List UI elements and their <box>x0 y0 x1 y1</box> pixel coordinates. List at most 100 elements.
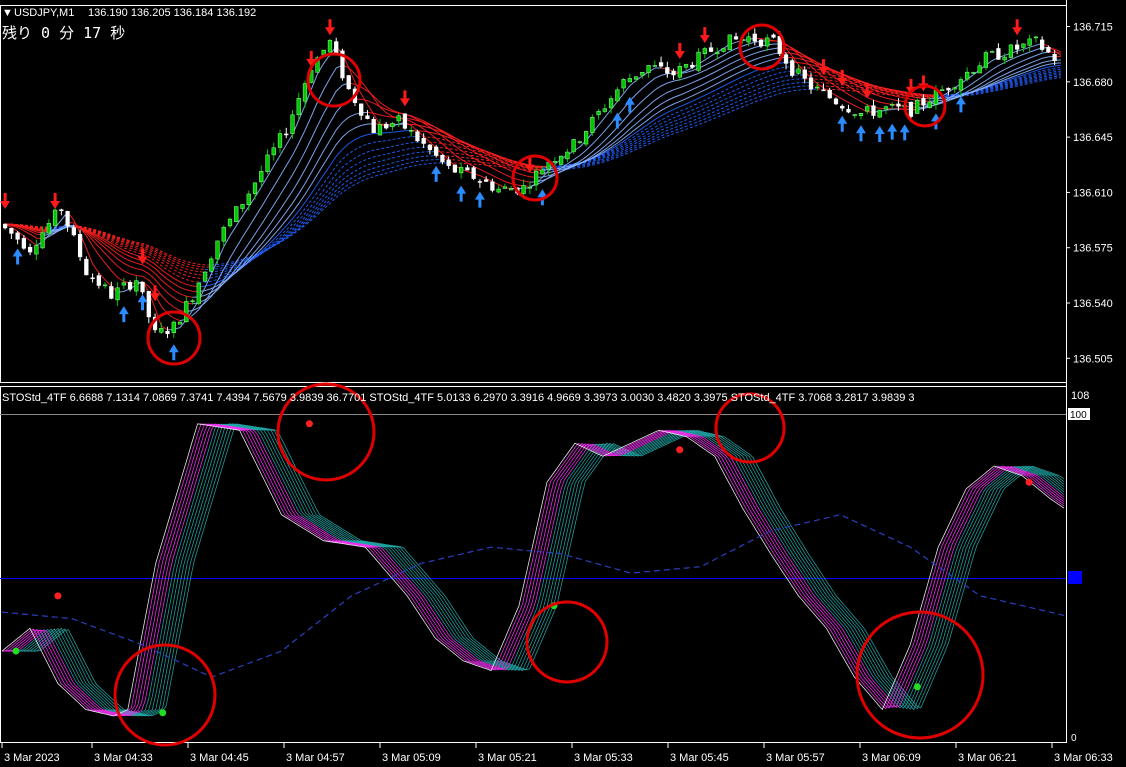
buy-arrow-icon <box>137 294 148 311</box>
price-tick-label: 136.540 <box>1073 298 1113 310</box>
bear-candle <box>808 77 814 90</box>
bull-candle <box>583 131 589 145</box>
bull-candle <box>171 321 176 333</box>
sell-arrow-icon <box>399 90 410 107</box>
bear-candle <box>733 36 739 40</box>
mt4-chart-window[interactable]: ▼ USDJPY,M1 136.190 136.205 136.184 136.… <box>0 0 1126 767</box>
bear-candle <box>27 246 33 253</box>
highlight-circle <box>525 600 609 684</box>
price-tick-label: 136.610 <box>1073 187 1113 199</box>
highlight-circle <box>306 52 362 108</box>
bear-candle <box>146 291 151 318</box>
bull-candle <box>159 328 164 333</box>
bear-candle <box>896 103 901 107</box>
bull-candle <box>115 287 120 301</box>
bear-candle <box>84 258 89 276</box>
bear-candle <box>665 67 670 74</box>
highlight-circles <box>113 23 985 747</box>
bear-candle <box>109 286 114 299</box>
bear-candle <box>59 209 64 211</box>
bull-candle <box>215 240 220 260</box>
ma-ribbon-line <box>542 81 812 169</box>
bull-candle <box>958 79 964 91</box>
bear-candle <box>833 98 839 105</box>
bull-candle <box>877 109 882 118</box>
ma-ribbon-line <box>542 85 812 170</box>
time-tick-label: 3 Mar 06:09 <box>862 752 921 764</box>
bull-candle <box>409 130 414 132</box>
bear-candle <box>421 138 426 144</box>
bull-candle <box>1021 43 1026 48</box>
stoch-buy-dot <box>12 647 20 655</box>
bear-candle <box>871 105 876 116</box>
time-tick-label: 3 Mar 06:33 <box>1054 752 1113 764</box>
bull-candle <box>259 171 264 183</box>
bull-candle <box>190 300 195 303</box>
ma-ribbon-line <box>542 52 787 174</box>
bear-candle <box>140 281 145 293</box>
bear-candle <box>996 48 1001 60</box>
bull-candle <box>552 161 557 163</box>
bull-candle <box>496 188 501 193</box>
bear-candle <box>752 33 757 42</box>
stochastic-plot[interactable] <box>0 414 1066 717</box>
bull-candle <box>202 271 208 282</box>
ma-ribbon-line <box>211 159 443 268</box>
bear-candle <box>371 119 376 133</box>
bull-candle <box>702 48 707 54</box>
bear-candle <box>490 181 495 191</box>
bear-candle <box>334 41 339 54</box>
bear-candle <box>846 108 851 113</box>
bull-candle <box>596 111 601 116</box>
symbol-arrow-icon[interactable]: ▼ <box>2 7 13 19</box>
price-plot[interactable] <box>0 19 1062 361</box>
highlight-circle <box>714 392 786 464</box>
bull-candle <box>102 284 108 287</box>
time-tick-label: 3 Mar 05:09 <box>382 752 441 764</box>
bull-candle <box>765 37 770 47</box>
bull-candle <box>971 72 976 74</box>
bear-candle <box>15 232 20 240</box>
bull-candle <box>640 72 645 76</box>
bull-candle <box>34 245 39 255</box>
bull-candle <box>558 155 564 165</box>
buy-arrow-icon <box>899 124 910 141</box>
bull-candle <box>221 227 226 242</box>
bull-candle <box>502 186 508 189</box>
bull-candle <box>390 123 395 127</box>
bear-candle <box>346 75 351 90</box>
bear-candle <box>90 277 95 280</box>
price-tick-label: 136.575 <box>1073 243 1113 255</box>
sell-arrow-icon <box>918 75 929 92</box>
bull-candle <box>327 40 333 53</box>
bull-candle <box>527 186 533 189</box>
bear-candle <box>484 179 489 182</box>
bull-candle <box>134 280 139 292</box>
bull-candle <box>565 151 570 160</box>
bear-candle <box>165 331 170 334</box>
bear-candle <box>127 282 133 290</box>
buy-arrow-icon <box>456 185 467 202</box>
bear-candle <box>908 101 914 117</box>
bear-candle <box>440 154 445 163</box>
ma-ribbon-line <box>935 75 1061 98</box>
ma-ribbon-line <box>542 61 793 169</box>
bull-candle <box>915 99 920 114</box>
bear-candle <box>452 164 458 173</box>
bull-candle <box>965 71 970 80</box>
indicator-bottom-label: 0 <box>1071 733 1077 744</box>
bull-candle <box>571 139 576 153</box>
ma-ribbon-line <box>548 78 805 168</box>
buy-arrow-icon <box>431 165 442 182</box>
bar-countdown: 残り 0 分 17 秒 <box>2 24 125 42</box>
bull-candle <box>540 169 545 175</box>
ma-ribbon-line <box>73 225 193 305</box>
bull-candle <box>271 147 276 156</box>
bear-candle <box>434 146 439 156</box>
price-panel-frame <box>0 5 1067 383</box>
buy-arrow-icon <box>837 115 848 132</box>
bull-candle <box>990 51 995 53</box>
bull-candle <box>883 106 889 110</box>
bull-candle <box>1008 44 1014 58</box>
bear-candle <box>446 159 451 166</box>
